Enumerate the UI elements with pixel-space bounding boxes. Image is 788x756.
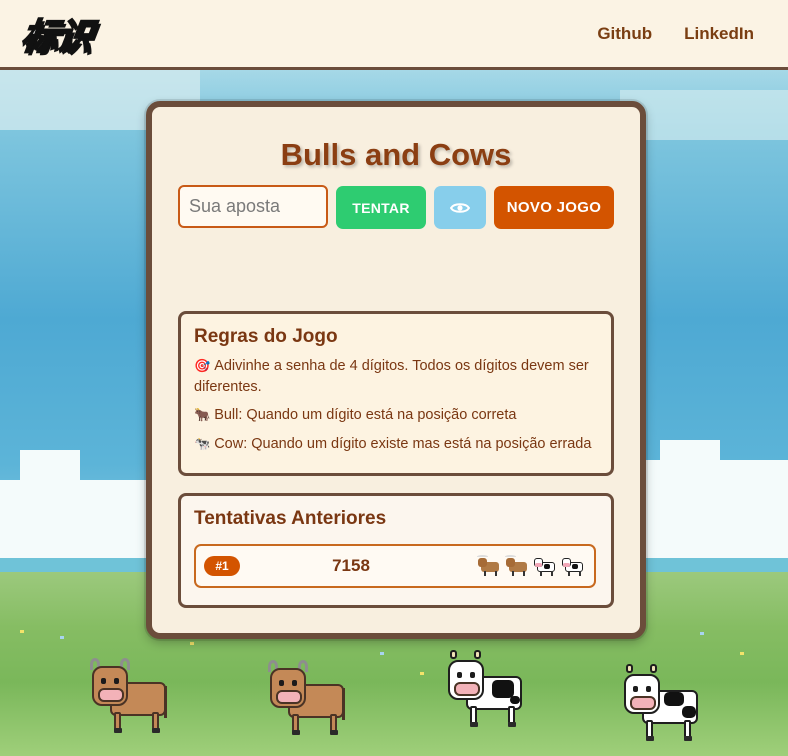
rule-item: 🐂 Bull: Quando um dígito está na posição … <box>194 405 598 426</box>
attempt-number-badge: #1 <box>204 556 240 576</box>
cloud <box>0 480 150 570</box>
nav-link-github[interactable]: Github <box>597 24 652 44</box>
cow-icon <box>562 555 586 577</box>
history-panel: Tentativas Anteriores #1 7158 <box>178 493 614 608</box>
try-button[interactable]: TENTAR <box>336 186 426 229</box>
rules-title: Regras do Jogo <box>194 326 338 347</box>
bull-sprite <box>90 658 172 738</box>
cow-icon: 🐄 <box>194 437 211 452</box>
guess-input[interactable] <box>178 185 328 228</box>
rules-panel: Regras do Jogo 🎯 Adivinhe a senha de 4 dí… <box>178 311 614 476</box>
bull-icon <box>477 555 502 577</box>
bull-icon: 🐂 <box>194 408 211 423</box>
rule-text: Adivinhe a senha de 4 dígitos. Todos os … <box>194 358 589 395</box>
attempt-row: #1 7158 <box>194 544 596 588</box>
bull-icon <box>505 555 530 577</box>
site-header: 标识 Github LinkedIn <box>0 0 788 70</box>
cloud <box>660 440 720 480</box>
rule-item: 🎯 Adivinhe a senha de 4 dígitos. Todos os… <box>194 356 598 397</box>
reveal-button[interactable] <box>434 186 486 229</box>
new-game-button[interactable]: NOVO JOGO <box>494 186 614 229</box>
bull-sprite <box>268 660 350 740</box>
rule-item: 🐄 Cow: Quando um dígito existe mas está n… <box>194 434 598 455</box>
eye-icon <box>450 202 470 213</box>
attempt-result <box>477 555 586 577</box>
cloud <box>20 450 80 490</box>
top-nav: Github LinkedIn <box>597 24 754 44</box>
cow-sprite <box>448 650 528 732</box>
page-title: Bulls and Cows <box>280 137 512 172</box>
game-card: Bulls and Cows TENTAR NOVO JOGO Regras d… <box>146 101 646 639</box>
nav-link-linkedin[interactable]: LinkedIn <box>684 24 754 44</box>
cow-icon <box>534 555 558 577</box>
logo[interactable]: 标识 <box>18 8 96 60</box>
rule-text: Cow: Quando um dígito existe mas está na… <box>214 436 592 452</box>
history-title: Tentativas Anteriores <box>194 508 387 529</box>
cow-sprite <box>624 664 704 746</box>
target-icon: 🎯 <box>194 359 211 374</box>
rule-text: Bull: Quando um dígito está na posição c… <box>214 407 517 423</box>
attempt-guess: 7158 <box>332 556 370 575</box>
